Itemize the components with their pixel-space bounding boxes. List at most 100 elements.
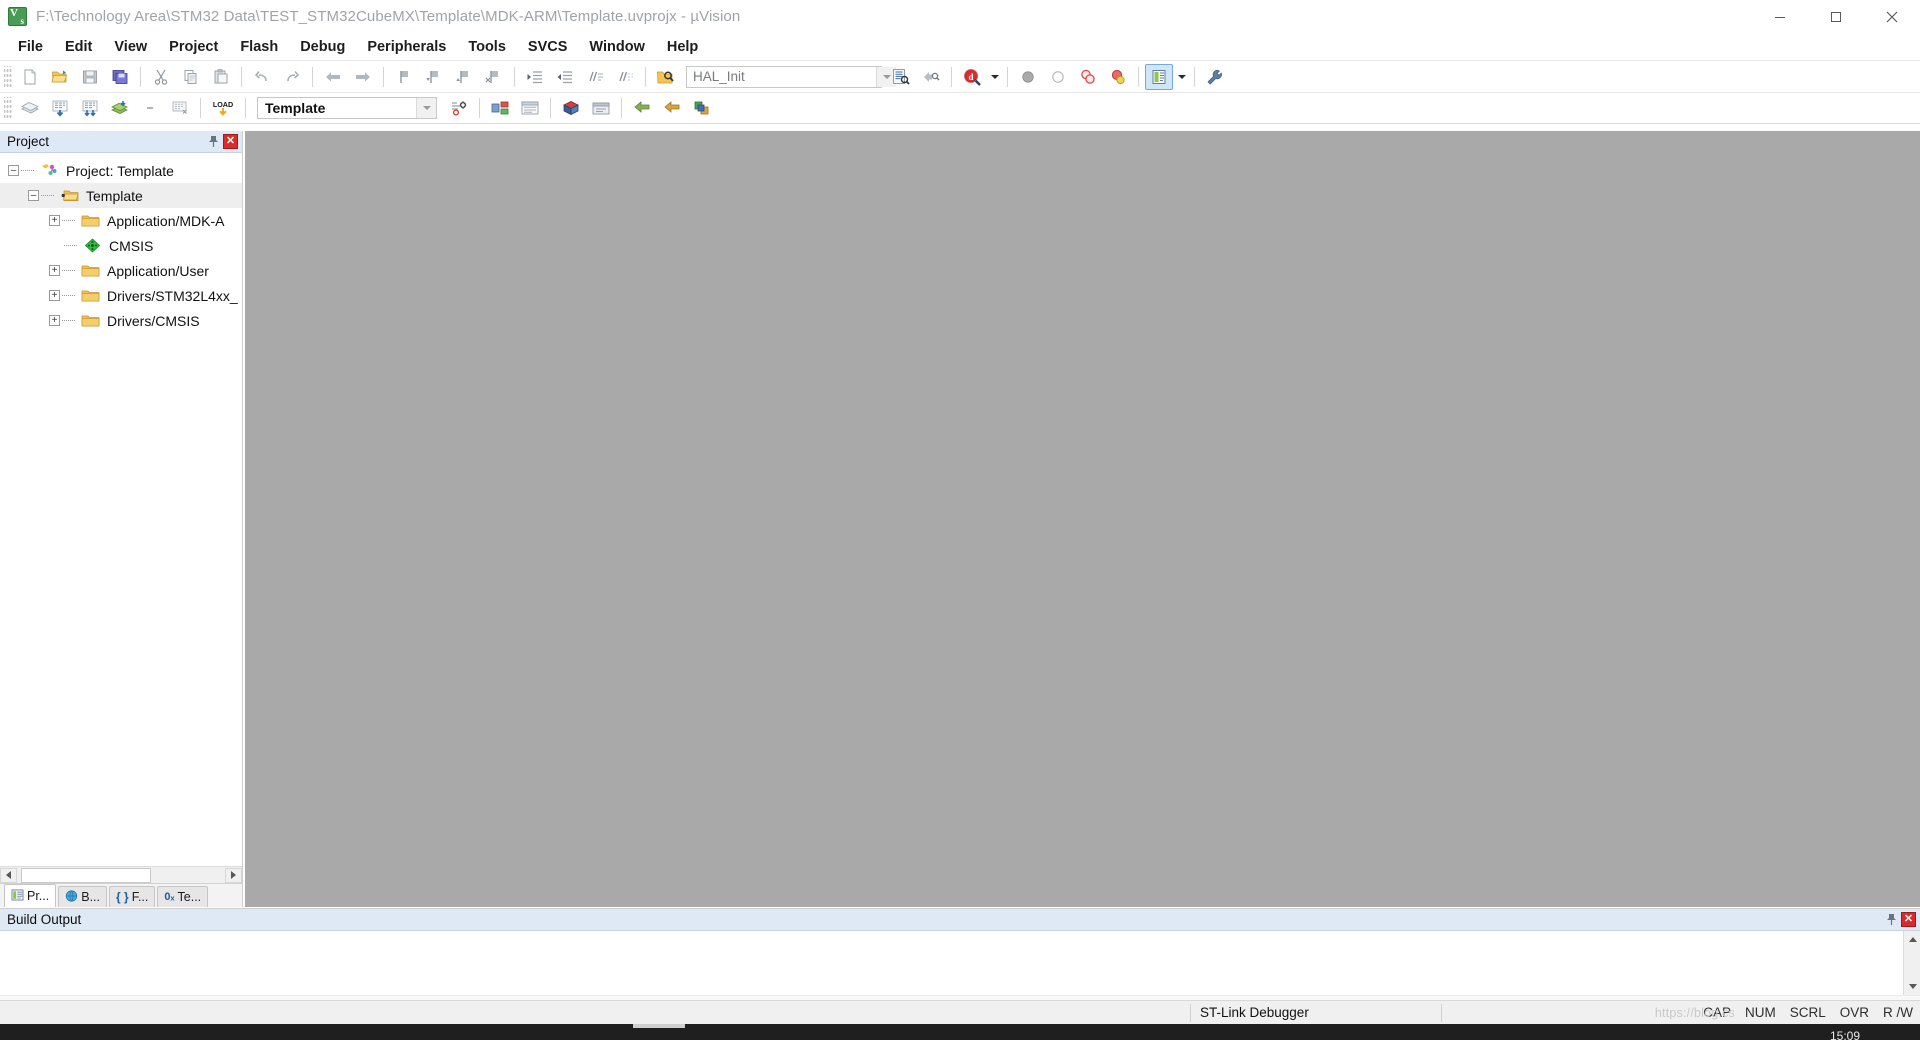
- tree-node-template-target[interactable]: – Template: [0, 183, 242, 208]
- panel-tab-label: B...: [81, 890, 100, 904]
- configure-target-icon[interactable]: [628, 95, 656, 121]
- chevron-down-icon[interactable]: [416, 98, 436, 118]
- batch-build-icon[interactable]: [106, 95, 134, 121]
- target-combo[interactable]: Template: [257, 97, 437, 119]
- search-combo[interactable]: [686, 65, 896, 88]
- configuration-wizard-icon[interactable]: [1201, 64, 1229, 90]
- comment-lines-icon[interactable]: [581, 64, 609, 90]
- tree-node-drivers-stm32l4xx[interactable]: + Drivers/STM32L4xx_: [0, 283, 242, 308]
- pin-icon[interactable]: [1883, 911, 1899, 929]
- hscroll-track[interactable]: [17, 867, 225, 883]
- pack-installer-icon[interactable]: [587, 95, 615, 121]
- maximize-button[interactable]: [1808, 0, 1864, 33]
- tree-node-project-template[interactable]: – Project: Template: [0, 158, 242, 183]
- close-button[interactable]: [1864, 0, 1920, 33]
- save-all-icon[interactable]: [106, 64, 134, 90]
- cut-icon[interactable]: [147, 64, 175, 90]
- expander-icon[interactable]: –: [8, 165, 19, 176]
- build-output-vscrollbar[interactable]: [1903, 931, 1920, 995]
- hscroll-thumb[interactable]: [21, 867, 151, 883]
- tree-node-cmsis[interactable]: CMSIS: [0, 233, 242, 258]
- menu-help[interactable]: Help: [656, 36, 709, 58]
- incremental-find-icon[interactable]: [917, 64, 945, 90]
- download-icon[interactable]: [166, 95, 194, 121]
- select-software-packs-icon[interactable]: [557, 95, 585, 121]
- toolbar-grip[interactable]: [4, 97, 12, 119]
- paste-icon[interactable]: [207, 64, 235, 90]
- manage-project-items-icon[interactable]: [516, 95, 544, 121]
- pin-icon[interactable]: [205, 133, 221, 151]
- expander-icon[interactable]: +: [49, 265, 60, 276]
- uncomment-lines-icon[interactable]: [611, 64, 639, 90]
- indent-left-icon[interactable]: [551, 64, 579, 90]
- project-tree-hscrollbar[interactable]: [0, 866, 242, 883]
- manage-windows-icon[interactable]: [1145, 63, 1173, 90]
- scroll-down-arrow-icon[interactable]: [1904, 978, 1920, 995]
- tree-node-application-user[interactable]: + Application/User: [0, 258, 242, 283]
- close-icon[interactable]: ✕: [1901, 912, 1916, 927]
- translate-file-icon[interactable]: [16, 95, 44, 121]
- panel-tab-books[interactable]: B...: [58, 886, 107, 907]
- expander-icon[interactable]: +: [49, 290, 60, 301]
- tree-node-application-mdk-arm[interactable]: + Application/MDK-A: [0, 208, 242, 233]
- components-icon[interactable]: [688, 95, 716, 121]
- close-icon[interactable]: ✕: [223, 134, 238, 149]
- bookmark-toggle-icon[interactable]: [390, 64, 418, 90]
- target-options-icon[interactable]: [445, 95, 473, 121]
- project-folders-icon[interactable]: [658, 95, 686, 121]
- scroll-up-arrow-icon[interactable]: [1904, 931, 1920, 948]
- load-flash-icon[interactable]: LOAD: [207, 95, 239, 121]
- build-target-icon[interactable]: [46, 95, 74, 121]
- manage-windows-caret-icon[interactable]: [1174, 63, 1189, 91]
- panel-tab-templates[interactable]: 0ₓ Te...: [157, 886, 209, 907]
- expander-icon[interactable]: –: [28, 190, 39, 201]
- toolbar-grip[interactable]: [4, 65, 12, 88]
- menu-debug[interactable]: Debug: [289, 36, 356, 58]
- menu-view[interactable]: View: [103, 36, 158, 58]
- menu-flash[interactable]: Flash: [229, 36, 289, 58]
- breakpoint-kill-all-icon[interactable]: [1104, 64, 1132, 90]
- panel-tab-functions[interactable]: { } F...: [109, 886, 156, 907]
- os-taskbar[interactable]: 15:09: [0, 1024, 1920, 1043]
- find-in-files-icon[interactable]: [652, 64, 680, 90]
- scroll-left-arrow-icon[interactable]: [0, 867, 17, 883]
- bookmark-prev-icon[interactable]: [420, 64, 448, 90]
- expander-icon[interactable]: +: [49, 215, 60, 226]
- new-file-icon[interactable]: [16, 64, 44, 90]
- breakpoint-enable-icon[interactable]: [1044, 64, 1072, 90]
- minimize-button[interactable]: [1752, 0, 1808, 33]
- search-input[interactable]: [687, 66, 876, 87]
- copy-icon[interactable]: [177, 64, 205, 90]
- menu-svcs[interactable]: SVCS: [517, 36, 579, 58]
- menu-peripherals[interactable]: Peripherals: [356, 36, 457, 58]
- breakpoint-disable-all-icon[interactable]: [1074, 64, 1102, 90]
- menu-window[interactable]: Window: [578, 36, 655, 58]
- open-file-icon[interactable]: [46, 64, 74, 90]
- editor-workspace[interactable]: [245, 131, 1920, 907]
- text-lookup-icon[interactable]: [887, 64, 915, 90]
- expander-icon[interactable]: +: [49, 315, 60, 326]
- manage-run-time-env-icon[interactable]: [486, 95, 514, 121]
- rebuild-all-icon[interactable]: [76, 95, 104, 121]
- menu-tools[interactable]: Tools: [457, 36, 517, 58]
- breakpoint-insert-icon[interactable]: [1014, 64, 1042, 90]
- project-tree[interactable]: – Project: Template – Template + Applica…: [0, 153, 242, 866]
- panel-tab-project[interactable]: Pr...: [4, 884, 57, 907]
- debug-start-icon[interactable]: d: [958, 64, 986, 90]
- tree-node-drivers-cmsis[interactable]: + Drivers/CMSIS: [0, 308, 242, 333]
- debug-dropdown-caret-icon[interactable]: [987, 63, 1002, 91]
- menu-edit[interactable]: Edit: [54, 36, 103, 58]
- save-icon[interactable]: [76, 64, 104, 90]
- navigate-back-icon[interactable]: [319, 64, 347, 90]
- redo-icon[interactable]: [278, 64, 306, 90]
- menu-project[interactable]: Project: [158, 36, 229, 58]
- undo-icon[interactable]: [248, 64, 276, 90]
- navigate-forward-icon[interactable]: [349, 64, 377, 90]
- indent-right-icon[interactable]: [521, 64, 549, 90]
- scroll-right-arrow-icon[interactable]: [225, 867, 242, 883]
- stop-build-icon[interactable]: [136, 95, 164, 121]
- bookmark-next-icon[interactable]: [450, 64, 478, 90]
- status-flag-rw: R /W: [1883, 1005, 1913, 1020]
- menu-file[interactable]: File: [7, 36, 54, 58]
- bookmark-clear-icon[interactable]: [480, 64, 508, 90]
